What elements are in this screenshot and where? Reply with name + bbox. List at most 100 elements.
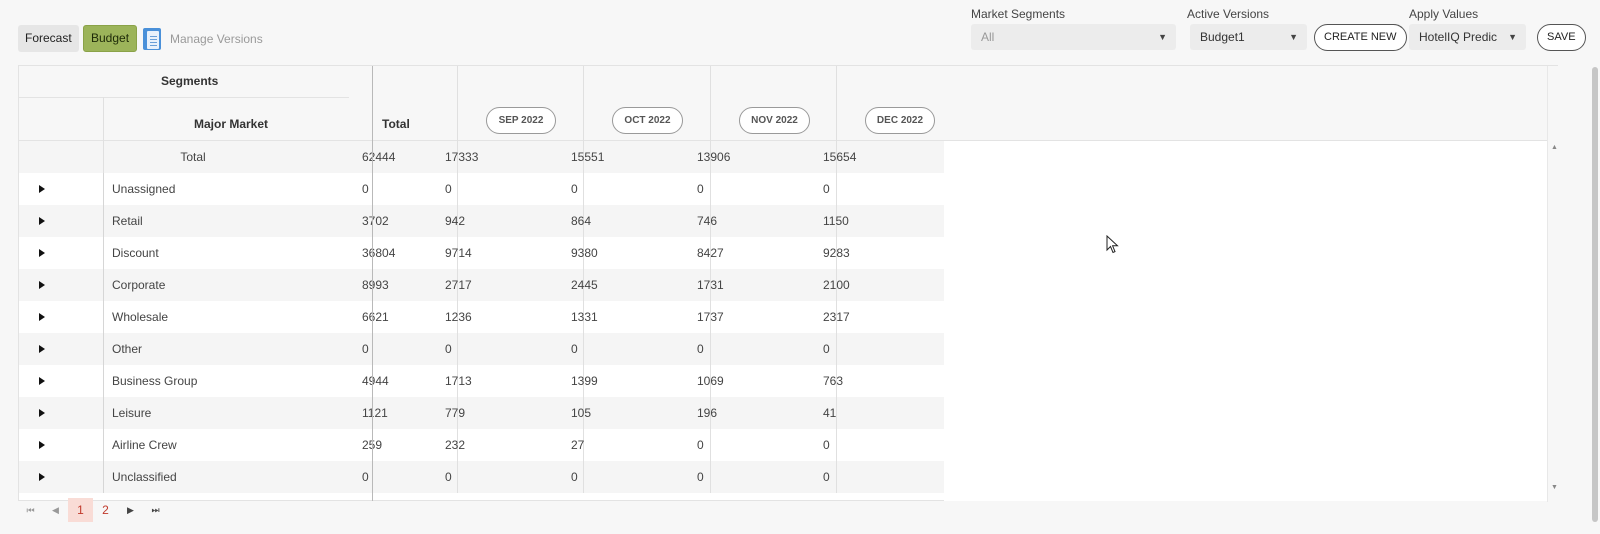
expand-row-icon[interactable] <box>39 345 45 353</box>
first-page-icon[interactable]: ⏮ <box>18 498 43 522</box>
month-value-cell[interactable]: 2317 <box>823 301 850 333</box>
mouse-cursor-icon <box>1106 235 1119 254</box>
month-value-cell[interactable]: 105 <box>571 397 591 429</box>
month-value-cell[interactable]: 1331 <box>571 301 598 333</box>
month-value-cell[interactable]: 0 <box>823 333 830 365</box>
month-value-cell[interactable]: 0 <box>823 173 830 205</box>
month-header-nov-2022[interactable]: NOV 2022 <box>739 107 810 134</box>
month-value-cell[interactable]: 9283 <box>823 237 850 269</box>
month-value-cell[interactable]: 763 <box>823 365 843 397</box>
month-value-cell[interactable]: 1399 <box>571 365 598 397</box>
month-value-cell[interactable]: 0 <box>823 461 830 493</box>
last-page-icon[interactable]: ⏭ <box>143 498 168 522</box>
month-value-cell[interactable]: 1069 <box>697 365 724 397</box>
apply-values-value: HotelIQ Predic <box>1419 30 1498 44</box>
budget-tab-button[interactable]: Budget <box>83 25 138 52</box>
page-2-button[interactable]: 2 <box>93 498 118 522</box>
month-value-cell[interactable]: 864 <box>571 205 591 237</box>
month-value-cell[interactable]: 0 <box>571 461 578 493</box>
page-1-button[interactable]: 1 <box>68 498 93 522</box>
month-value-cell[interactable]: 1150 <box>823 205 849 237</box>
month-value-cell[interactable]: 0 <box>697 429 704 461</box>
next-page-icon[interactable]: ▶ <box>118 498 143 522</box>
active-versions-select[interactable]: Budget1 ▼ <box>1190 24 1307 50</box>
month-value-cell[interactable]: 0 <box>445 461 452 493</box>
table-row: Leisure 1121 779 105 196 41 <box>19 397 944 429</box>
scroll-up-icon[interactable]: ▲ <box>1551 144 1558 151</box>
month-header-oct-2022[interactable]: OCT 2022 <box>612 107 683 134</box>
month-value-cell[interactable]: 13906 <box>697 141 730 173</box>
expand-row-icon[interactable] <box>39 441 45 449</box>
month-value-cell[interactable]: 196 <box>697 397 717 429</box>
table-row: Unclassified 0 0 0 0 0 <box>19 461 944 493</box>
total-cell: 8993 <box>362 278 389 292</box>
month-value-cell[interactable]: 2445 <box>571 269 598 301</box>
month-value-cell[interactable]: 2100 <box>823 269 850 301</box>
expand-row-icon[interactable] <box>39 281 45 289</box>
month-value-cell[interactable]: 1737 <box>697 301 724 333</box>
create-new-button[interactable]: CREATE NEW <box>1314 24 1407 51</box>
scroll-down-icon[interactable]: ▼ <box>1551 484 1558 491</box>
month-value-cell[interactable]: 0 <box>571 173 578 205</box>
major-market-cell: Unclassified <box>112 470 177 484</box>
expand-row-icon[interactable] <box>39 217 45 225</box>
month-header-sep-2022[interactable]: SEP 2022 <box>486 107 556 134</box>
previous-page-icon[interactable]: ◀ <box>43 498 68 522</box>
table-row: Unassigned 0 0 0 0 0 <box>19 173 944 205</box>
month-value-cell[interactable]: 41 <box>823 397 836 429</box>
market-segments-select[interactable]: All ▼ <box>971 24 1176 50</box>
expand-row-icon[interactable] <box>39 377 45 385</box>
save-button[interactable]: SAVE <box>1537 24 1586 51</box>
month-value-cell[interactable]: 0 <box>571 333 578 365</box>
dropdown-caret-icon: ▼ <box>1289 32 1298 42</box>
month-value-cell[interactable]: 2717 <box>445 269 472 301</box>
expand-row-icon[interactable] <box>39 473 45 481</box>
grid-header: Segments Major Market Total SEP 2022 OCT… <box>19 66 1559 141</box>
apply-values-label: Apply Values <box>1409 7 1479 21</box>
month-value-cell[interactable]: 1713 <box>445 365 472 397</box>
dropdown-caret-icon: ▼ <box>1508 32 1517 42</box>
month-value-cell[interactable]: 9714 <box>445 237 472 269</box>
expand-row-icon[interactable] <box>39 249 45 257</box>
page-scrollbar[interactable] <box>1590 65 1600 525</box>
major-market-cell: Airline Crew <box>112 438 177 452</box>
month-value-cell[interactable]: 15654 <box>823 141 856 173</box>
major-market-header[interactable]: Major Market <box>194 117 268 131</box>
month-value-cell[interactable]: 1731 <box>697 269 724 301</box>
manage-versions-button[interactable]: Manage Versions <box>143 25 263 52</box>
month-header-dec-2022[interactable]: DEC 2022 <box>865 107 935 134</box>
month-value-cell[interactable]: 15551 <box>571 141 604 173</box>
month-value-cell[interactable]: 0 <box>445 333 452 365</box>
month-value-cell[interactable]: 942 <box>445 205 465 237</box>
forecast-tab-button[interactable]: Forecast <box>18 25 79 52</box>
month-value-cell[interactable]: 232 <box>445 429 465 461</box>
month-value-cell[interactable]: 746 <box>697 205 717 237</box>
table-row: Wholesale 6621 1236 1331 1737 2317 <box>19 301 944 333</box>
total-cell: 0 <box>362 470 369 484</box>
segments-grid: Segments Major Market Total SEP 2022 OCT… <box>18 65 1559 502</box>
table-row: Discount 36804 9714 9380 8427 9283 <box>19 237 944 269</box>
apply-values-select[interactable]: HotelIQ Predic ▼ <box>1409 24 1526 50</box>
total-column-header[interactable]: Total <box>382 117 410 131</box>
month-value-cell[interactable]: 0 <box>697 173 704 205</box>
month-value-cell[interactable]: 8427 <box>697 237 724 269</box>
expand-row-icon[interactable] <box>39 313 45 321</box>
month-value-cell[interactable]: 0 <box>697 461 704 493</box>
month-value-cell[interactable]: 0 <box>445 173 452 205</box>
total-cell: 0 <box>362 182 369 196</box>
expand-row-icon[interactable] <box>39 185 45 193</box>
month-value-cell[interactable]: 1236 <box>445 301 472 333</box>
month-value-cell[interactable]: 9380 <box>571 237 598 269</box>
expand-row-icon[interactable] <box>39 409 45 417</box>
total-cell: 36804 <box>362 246 396 260</box>
major-market-cell: Other <box>112 342 143 356</box>
table-row: Corporate 8993 2717 2445 1731 2100 <box>19 269 944 301</box>
month-value-cell[interactable]: 17333 <box>445 141 478 173</box>
total-row: Total 62444 17333 15551 13906 15654 <box>19 141 944 173</box>
month-value-cell[interactable]: 779 <box>445 397 465 429</box>
grid-vertical-scrollbar[interactable]: ▲ ▼ <box>1547 66 1559 502</box>
month-value-cell[interactable]: 27 <box>571 429 584 461</box>
month-value-cell[interactable]: 0 <box>697 333 704 365</box>
month-value-cell[interactable]: 0 <box>823 429 830 461</box>
segments-group-header: Segments <box>161 74 219 88</box>
